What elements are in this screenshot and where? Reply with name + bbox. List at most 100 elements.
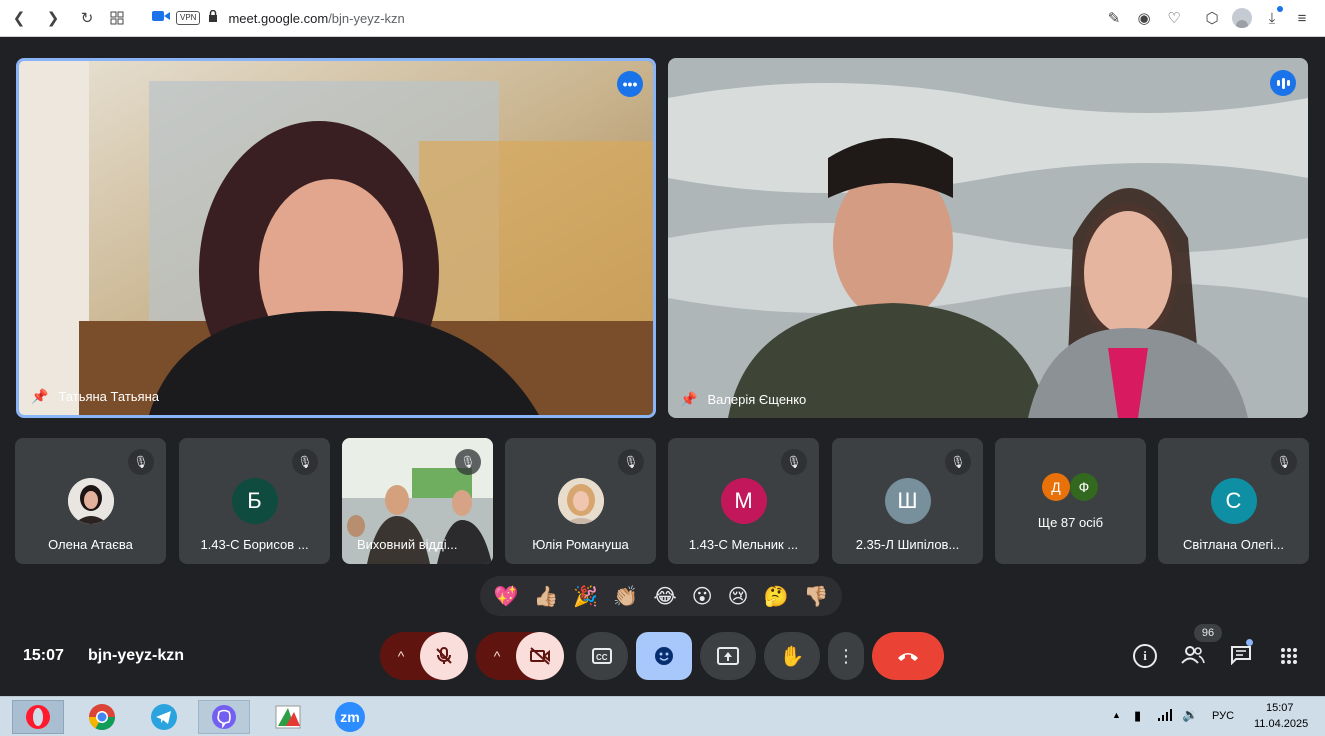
reaction-thumbs-up[interactable]: 👍🏼 xyxy=(533,584,558,609)
mic-off-icon: 🎙 xyxy=(781,449,807,475)
avatar xyxy=(67,478,114,524)
more-participants-tile[interactable]: Д Ф Ще 87 осіб xyxy=(995,438,1146,564)
participant-tile[interactable]: 🎙 Б 1.43-С Борисов ... xyxy=(179,438,330,564)
activities-grid-icon[interactable] xyxy=(1280,647,1298,670)
more-options-icon[interactable]: ••• xyxy=(617,71,643,97)
heart-icon[interactable]: ♡ xyxy=(1161,5,1187,31)
reactions-button[interactable] xyxy=(636,632,692,680)
participants-count-badge: 96 xyxy=(1194,624,1222,642)
mic-off-icon: 🎙 xyxy=(945,449,971,475)
camera-snapshot-icon[interactable]: ◉ xyxy=(1131,5,1157,31)
chrome-icon[interactable] xyxy=(76,700,128,734)
opera-icon[interactable] xyxy=(12,700,64,734)
signal-icon[interactable] xyxy=(1158,709,1174,724)
profile-icon[interactable] xyxy=(1229,5,1255,31)
back-icon[interactable]: ❮ xyxy=(6,5,32,31)
mic-off-icon: 🎙 xyxy=(618,449,644,475)
avatar: Ф xyxy=(1070,473,1098,501)
app-icon[interactable] xyxy=(262,700,314,734)
pinned-video-tile-1[interactable]: ••• 📌 Татьяна Татьяна xyxy=(16,58,656,418)
meeting-code: bjn-yeyz-kzn xyxy=(88,647,185,664)
mic-toggle-button[interactable] xyxy=(420,632,468,680)
audio-options-chevron-icon[interactable]: ^ xyxy=(380,632,422,680)
camera-control-group: ^ xyxy=(476,632,564,680)
mic-off-icon: 🎙 xyxy=(292,449,318,475)
camera-toggle-button[interactable] xyxy=(516,632,564,680)
download-icon[interactable]: ⤓ xyxy=(1259,5,1285,31)
more-options-button[interactable]: ⋮ xyxy=(828,632,864,680)
participant-name: 1.43-С Борисов ... xyxy=(200,537,309,552)
mic-off-icon: 🎙 xyxy=(128,449,154,475)
video-options-chevron-icon[interactable]: ^ xyxy=(476,632,518,680)
reactions-bar: 💖 👍🏼 🎉 👏🏼 😂 😮 😢 🤔 👎🏼 xyxy=(480,576,842,616)
language-indicator[interactable]: РУС xyxy=(1212,710,1234,722)
avatar xyxy=(557,478,604,524)
people-icon[interactable] xyxy=(1181,646,1205,669)
viber-icon[interactable] xyxy=(198,700,250,734)
participant-name: Світлана Олегі... xyxy=(1183,537,1284,552)
reaction-laugh[interactable]: 😂 xyxy=(653,584,676,609)
more-vert-icon: ⋮ xyxy=(837,646,855,666)
reaction-heart[interactable]: 💖 xyxy=(494,584,519,609)
avatar: Б xyxy=(231,478,278,524)
url-path: /bjn-yeyz-kzn xyxy=(328,10,405,26)
reaction-clap[interactable]: 👏🏼 xyxy=(613,584,638,609)
participant-tile[interactable]: 🎙 Ш 2.35-Л Шипілов... xyxy=(832,438,983,564)
leave-call-button[interactable] xyxy=(872,632,944,680)
pin-icon[interactable]: 📌 xyxy=(680,391,697,408)
meet-camera-icon xyxy=(152,9,170,27)
meeting-info-icon[interactable]: i xyxy=(1133,644,1157,668)
participant-name: Олена Атаєва xyxy=(48,537,133,552)
tray-chevron-icon[interactable]: ▲ xyxy=(1112,710,1121,720)
meeting-time: 15:07 xyxy=(23,647,64,664)
avatar: С xyxy=(1210,478,1257,524)
browser-toolbar: ❮ ❯ ↻ VPN meet.google.com/bjn-yeyz-kzn ✎… xyxy=(0,0,1325,37)
address-bar[interactable]: meet.google.com/bjn-yeyz-kzn xyxy=(228,11,404,26)
participant-name: Виховний відді... xyxy=(357,537,458,552)
telegram-icon[interactable] xyxy=(138,700,190,734)
mic-off-icon: 🎙 xyxy=(455,449,481,475)
vpn-badge[interactable]: VPN xyxy=(176,11,201,25)
participant-tile[interactable]: 🎙 М 1.43-С Мельник ... xyxy=(668,438,819,564)
participant-tile[interactable]: 🎙 Юлія Романуша xyxy=(505,438,656,564)
pinned-name-2: 📌 Валерія Єщенко xyxy=(680,391,806,408)
pinned-video-tile-2[interactable]: 📌 Валерія Єщенко xyxy=(668,58,1308,418)
participant-name: Татьяна Татьяна xyxy=(58,389,160,404)
svg-text:CC: CC xyxy=(596,653,608,662)
reaction-party[interactable]: 🎉 xyxy=(573,584,598,609)
chat-icon[interactable] xyxy=(1230,639,1253,670)
emoji-icon xyxy=(655,647,673,665)
forward-icon[interactable]: ❯ xyxy=(40,5,66,31)
participant-video-tile[interactable]: 🎙 Виховний відді... xyxy=(342,438,493,564)
reaction-surprised[interactable]: 😮 xyxy=(692,584,713,609)
pin-icon[interactable]: 📌 xyxy=(31,388,48,405)
raise-hand-button[interactable]: ✋ xyxy=(764,632,820,680)
edit-icon[interactable]: ✎ xyxy=(1101,5,1127,31)
present-button[interactable] xyxy=(700,632,756,680)
lock-icon[interactable] xyxy=(208,9,218,27)
pinned-name-1: 📌 Татьяна Татьяна xyxy=(31,388,159,405)
zoom-icon[interactable]: zm xyxy=(324,700,376,734)
participant-name: 2.35-Л Шипілов... xyxy=(855,537,960,552)
tabs-grid-icon[interactable] xyxy=(104,5,130,31)
clock-date[interactable]: 11.04.2025 xyxy=(1254,718,1308,730)
camera-off-icon xyxy=(530,647,550,665)
avatar: Д xyxy=(1042,473,1070,501)
clock-time[interactable]: 15:07 xyxy=(1266,702,1294,714)
hang-up-icon xyxy=(898,653,918,661)
menu-icon[interactable]: ≡ xyxy=(1289,5,1315,31)
hand-icon: ✋ xyxy=(779,645,805,668)
reaction-thumbs-down[interactable]: 👎🏼 xyxy=(804,584,829,609)
video-frame-1 xyxy=(19,61,653,415)
reaction-sad[interactable]: 😢 xyxy=(728,584,749,609)
participant-tile[interactable]: 🎙 Олена Атаєва xyxy=(15,438,166,564)
mic-off-icon: 🎙 xyxy=(1271,449,1297,475)
captions-button[interactable]: CC xyxy=(576,632,628,680)
battery-icon[interactable]: ▮ xyxy=(1134,708,1141,724)
reaction-thinking[interactable]: 🤔 xyxy=(764,584,789,609)
avatar: М xyxy=(720,478,767,524)
cube-icon[interactable]: ⬡ xyxy=(1199,5,1225,31)
participant-tile[interactable]: 🎙 С Світлана Олегі... xyxy=(1158,438,1309,564)
reload-icon[interactable]: ↻ xyxy=(74,5,100,31)
volume-icon[interactable]: 🔉 xyxy=(1182,707,1198,723)
